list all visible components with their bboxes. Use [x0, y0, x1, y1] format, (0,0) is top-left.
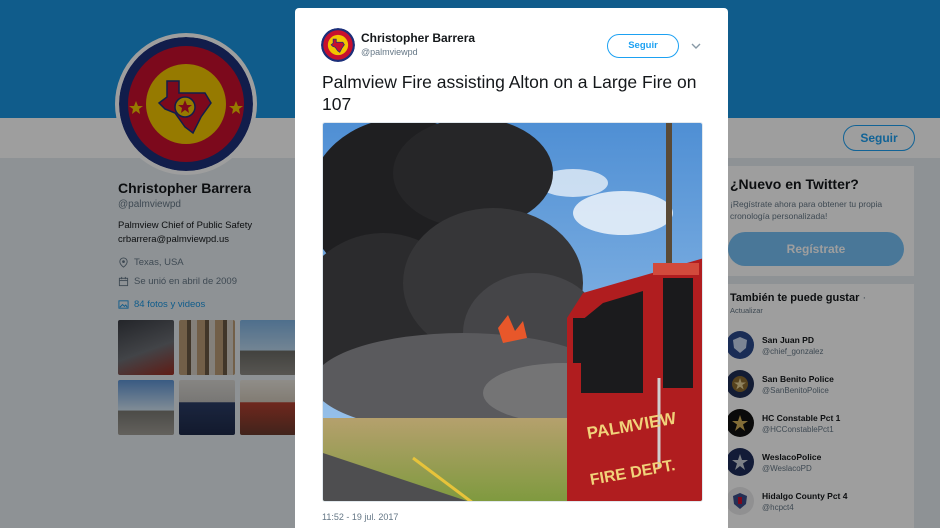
tweet-photo[interactable]: PALMVIEW FIRE DEPT.	[322, 122, 703, 502]
tweet-author-handle[interactable]: @palmviewpd	[361, 47, 418, 57]
tweet-modal: Christopher Barrera @palmviewpd Seguir P…	[295, 8, 728, 528]
tweet-text: Palmview Fire assisting Alton on a Large…	[322, 72, 697, 114]
fire-scene-image: PALMVIEW FIRE DEPT.	[323, 123, 702, 501]
tweet-timestamp[interactable]: 11:52 - 19 jul. 2017	[322, 512, 398, 522]
tweet-follow-button[interactable]: Seguir	[607, 34, 679, 58]
tweet-author-avatar[interactable]	[321, 28, 355, 62]
chevron-down-icon[interactable]	[690, 40, 702, 52]
palmview-badge-logo	[321, 28, 355, 62]
tweet-author-name[interactable]: Christopher Barrera	[361, 31, 475, 45]
